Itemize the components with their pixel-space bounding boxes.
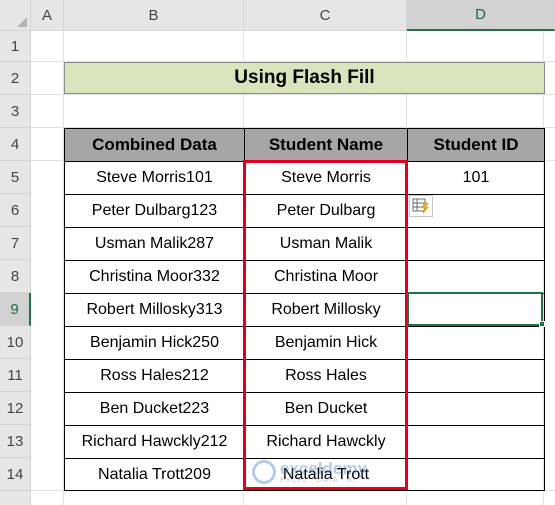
header-student-name[interactable]: Student Name: [244, 128, 408, 162]
row-header-12[interactable]: 12: [0, 392, 31, 425]
column-header-b[interactable]: B: [64, 0, 244, 31]
cell-student-id[interactable]: [407, 227, 545, 261]
column-header-a[interactable]: A: [31, 0, 64, 31]
row-header-1[interactable]: 1: [0, 31, 31, 62]
row-header-6[interactable]: 6: [0, 194, 31, 227]
active-cell-selection[interactable]: [407, 292, 543, 326]
cell-student-id[interactable]: [407, 359, 545, 393]
cell-combined-data[interactable]: Peter Dulbarg123: [64, 194, 245, 228]
select-all-corner[interactable]: [0, 0, 31, 31]
cell-combined-data[interactable]: Natalia Trott209: [64, 458, 245, 491]
cell-combined-data[interactable]: Robert Millosky313: [64, 293, 245, 327]
row-header-15[interactable]: [0, 491, 31, 505]
highlight-box: [243, 160, 408, 490]
row-header-3[interactable]: 3: [0, 95, 31, 128]
cell-combined-data[interactable]: Ross Hales212: [64, 359, 245, 393]
cell-student-id[interactable]: 101: [407, 161, 545, 195]
cell-student-id[interactable]: [407, 425, 545, 459]
row-header-2[interactable]: 2: [0, 62, 31, 95]
row-header-10[interactable]: 10: [0, 326, 31, 359]
row-header-11[interactable]: 11: [0, 359, 31, 392]
cell-combined-data[interactable]: Benjamin Hick250: [64, 326, 245, 360]
row-header-5[interactable]: 5: [0, 161, 31, 194]
row-header-9[interactable]: 9: [0, 293, 31, 326]
fill-handle[interactable]: [539, 321, 545, 327]
cell-student-id[interactable]: [407, 260, 545, 294]
watermark-main-text: exceldemy: [280, 459, 367, 478]
header-student-id[interactable]: Student ID: [407, 128, 545, 162]
row-header-8[interactable]: 8: [0, 260, 31, 293]
watermark: exceldemy EXCEL · DATA · BI: [252, 455, 402, 489]
row-header-7[interactable]: 7: [0, 227, 31, 260]
cell-combined-data[interactable]: Steve Morris101: [64, 161, 245, 195]
cell-combined-data[interactable]: Christina Moor332: [64, 260, 245, 294]
select-all-triangle-icon: [17, 17, 27, 27]
cell-combined-data[interactable]: Ben Ducket223: [64, 392, 245, 426]
cell-student-id[interactable]: [407, 458, 545, 491]
column-header-c[interactable]: C: [244, 0, 407, 31]
header-combined-data[interactable]: Combined Data: [64, 128, 245, 162]
cell-combined-data[interactable]: Richard Hawckly212: [64, 425, 245, 459]
cell-student-id[interactable]: [407, 392, 545, 426]
cell-student-id[interactable]: [407, 326, 545, 360]
watermark-logo-icon: [252, 460, 276, 484]
flash-fill-options-icon: [412, 198, 429, 214]
row-header-4[interactable]: 4: [0, 128, 31, 161]
row-header-13[interactable]: 13: [0, 425, 31, 458]
gridline: [31, 94, 555, 95]
flash-fill-options-button[interactable]: [409, 195, 433, 217]
sheet-title[interactable]: Using Flash Fill: [64, 62, 545, 94]
watermark-sub-text: EXCEL · DATA · BI: [280, 477, 356, 484]
row-header-14[interactable]: 14: [0, 458, 31, 491]
cell-combined-data[interactable]: Usman Malik287: [64, 227, 245, 261]
column-header-d[interactable]: D: [407, 0, 555, 31]
